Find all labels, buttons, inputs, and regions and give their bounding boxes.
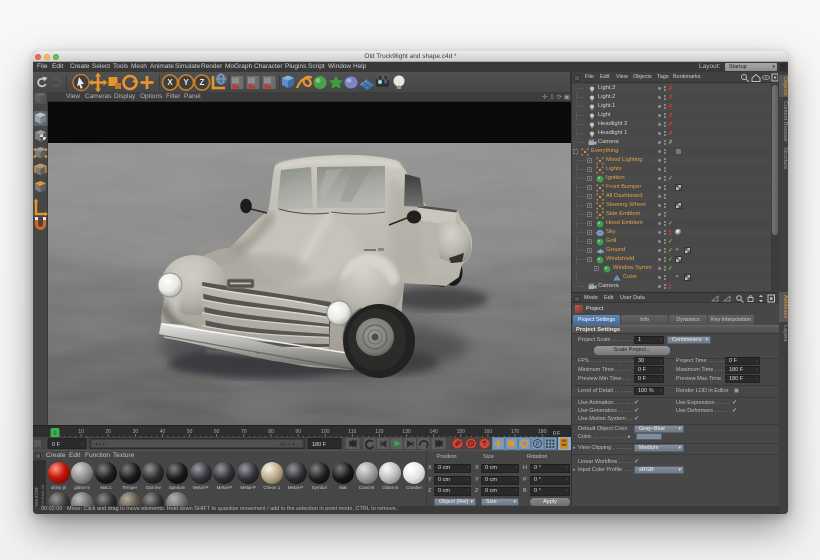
svg-text:90: 90 bbox=[295, 429, 301, 435]
svg-text:180 F: 180 F bbox=[312, 442, 327, 448]
svg-text:◂ 0 F: ◂ 0 F bbox=[95, 442, 106, 448]
svg-text:130: 130 bbox=[402, 429, 411, 435]
svg-text:30: 30 bbox=[133, 429, 139, 435]
svg-text:180: 180 bbox=[538, 429, 547, 435]
svg-text:20: 20 bbox=[105, 429, 111, 435]
svg-text:80: 80 bbox=[268, 429, 274, 435]
svg-text:10: 10 bbox=[78, 429, 84, 435]
svg-text:140: 140 bbox=[430, 429, 439, 435]
svg-text:70: 70 bbox=[241, 429, 247, 435]
svg-text:170: 170 bbox=[511, 429, 520, 435]
svg-text:40: 40 bbox=[160, 429, 166, 435]
svg-text:160: 160 bbox=[484, 429, 493, 435]
svg-text:150: 150 bbox=[457, 429, 466, 435]
svg-text:Z: Z bbox=[200, 78, 205, 87]
svg-text:180 F ▸: 180 F ▸ bbox=[279, 442, 296, 448]
svg-text:50: 50 bbox=[187, 429, 193, 435]
svg-text:0 F: 0 F bbox=[52, 442, 61, 448]
svg-text:◦: ◦ bbox=[81, 442, 83, 448]
svg-text:P: P bbox=[535, 442, 539, 448]
svg-text:110: 110 bbox=[348, 429, 356, 435]
svg-text:X: X bbox=[167, 78, 173, 87]
svg-text:Y: Y bbox=[183, 78, 189, 87]
svg-text:120: 120 bbox=[375, 429, 384, 435]
svg-text:60: 60 bbox=[214, 429, 220, 435]
svg-text:100: 100 bbox=[321, 429, 330, 435]
